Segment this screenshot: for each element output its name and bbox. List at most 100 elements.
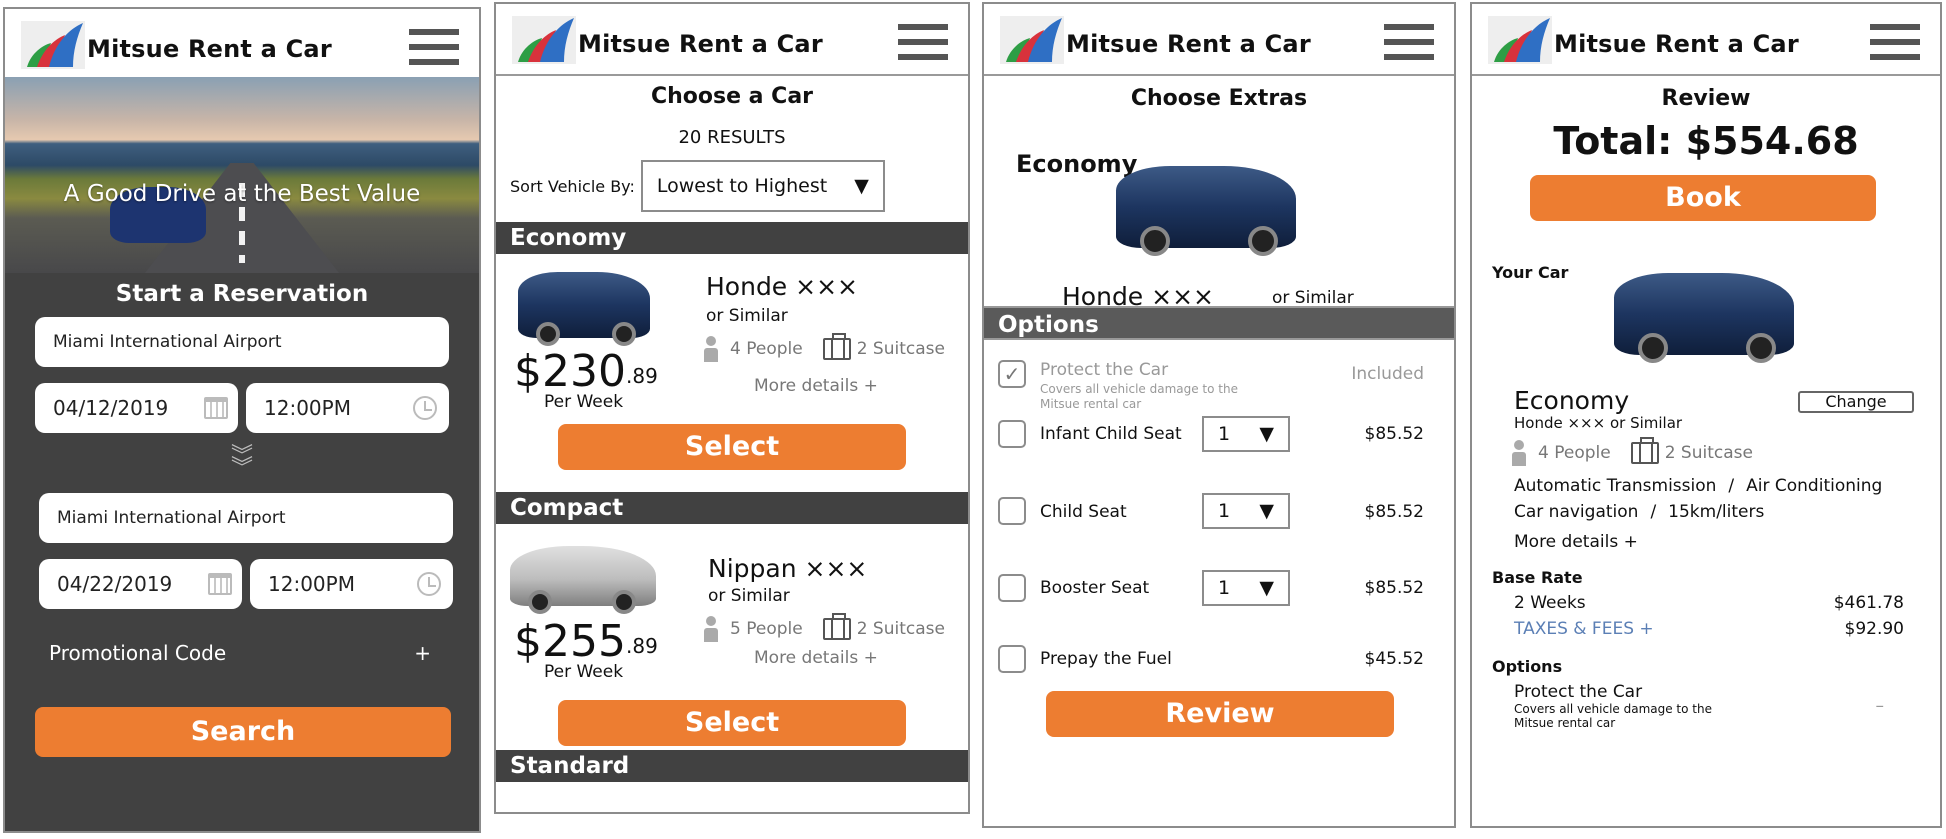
car-category: Economy [1514,386,1630,415]
pickup-time-value: 12:00PM [264,396,351,420]
return-location-input[interactable]: Miami International Airport [39,493,453,543]
hamburger-menu-icon[interactable] [409,29,459,69]
calendar-icon[interactable] [208,573,232,595]
screen-start-reservation: Mitsue Rent a Car A Good Drive at the Be… [3,7,481,833]
car-card-compact: $255.89 Per Week Nippan ××× or Similar 5… [496,524,968,762]
duration: 2 Weeks [1514,593,1586,613]
pickup-location-input[interactable]: Miami International Airport [35,317,449,367]
hero-tagline: A Good Drive at the Best Value [63,181,421,207]
price-period: Per Week [544,662,624,682]
option-price: Included [1351,364,1424,384]
suitcase-count: 2 Suitcase [856,619,945,639]
option-protect-car: ✓ Protect the Car Covers all vehicle dam… [984,340,1454,411]
car-specs: 4 People 2 Suitcase [1512,437,1940,466]
option-info: Protect the Car Covers all vehicle damag… [1514,682,1712,730]
option-name: Prepay the Fuel [1040,649,1172,669]
option-name: Protect the Car [1514,682,1643,702]
car-image [518,272,650,346]
or-similar: or Similar [1272,288,1354,308]
results-count: 20 RESULTS [678,127,786,148]
people-count: 5 People [730,619,803,639]
wing-logo-icon[interactable] [1000,16,1064,64]
promo-code-label: Promotional Code [49,641,227,665]
more-details-link[interactable]: More details + [754,376,878,396]
select-button[interactable]: Select [558,700,906,746]
option-prepay-fuel: Prepay the Fuel $45.52 [984,631,1454,691]
checkbox-checked[interactable]: ✓ [998,360,1026,388]
suitcase-count: 2 Suitcase [856,339,945,359]
checkbox[interactable] [998,574,1026,602]
screen-choose-car: Mitsue Rent a Car Choose a Car 20 RESULT… [494,2,970,814]
car-category: Economy [1016,150,1138,178]
hero-banner: A Good Drive at the Best Value [5,77,479,273]
hamburger-menu-icon[interactable] [1384,24,1434,64]
return-time-value: 12:00PM [268,572,355,596]
or-similar: or Similar [706,306,788,326]
car-image [1116,166,1296,256]
pickup-date-input[interactable]: 04/12/2019 [35,383,238,433]
chevrons-down-icon: ︾ ︾ [230,444,253,481]
sort-select[interactable]: Lowest to Highest ▼ [640,160,885,212]
price-period: Per Week [544,392,624,412]
person-icon [704,336,718,362]
more-details-link[interactable]: More details + [1514,532,1940,552]
dropdown-triangle-icon: ▼ [854,175,869,197]
dropdown-triangle-icon: ▼ [1259,423,1274,445]
hamburger-menu-icon[interactable] [1870,24,1920,64]
promo-code-toggle[interactable]: Promotional Code + [49,641,431,665]
brand-name: Mitsue Rent a Car [1554,30,1799,58]
taxes-fees-link[interactable]: TAXES & FEES + [1514,619,1654,639]
quantity-select[interactable]: 1 ▼ [1202,493,1290,529]
option-price: $45.52 [1364,649,1424,669]
checkbox[interactable] [998,497,1026,525]
option-row: Protect the Car Covers all vehicle damag… [1514,682,1904,730]
change-button[interactable]: Change [1798,391,1914,413]
sort-value: Lowest to Highest [656,175,828,197]
person-icon [1512,440,1526,466]
option-child-seat: Child Seat 1 ▼ $85.52 [984,477,1454,554]
clock-icon[interactable] [417,572,441,596]
suitcase-icon [822,333,851,360]
pickup-date-value: 04/12/2019 [53,396,169,420]
car-model: Honde ××× [706,272,858,301]
clock-icon[interactable] [413,396,437,420]
option-price: – [1875,696,1885,716]
category-header-compact: Compact [496,492,968,524]
your-car-section: Your Car [1472,263,1940,388]
taxes-row: TAXES & FEES + $92.90 [1514,619,1904,639]
pickup-time-input[interactable]: 12:00PM [246,383,449,433]
search-button[interactable]: Search [35,707,451,757]
calendar-icon[interactable] [204,397,228,419]
plus-icon[interactable]: + [414,641,431,665]
price: $230.89 [514,346,658,397]
option-price: $85.52 [1364,424,1424,444]
option-price: $85.52 [1364,502,1424,522]
select-button[interactable]: Select [558,424,906,470]
options-header: Options [984,306,1454,340]
base-rate-row: 2 Weeks $461.78 [1514,593,1904,613]
page-title: Choose Extras [1130,86,1308,111]
more-details-link[interactable]: More details + [754,648,878,668]
wing-logo-icon[interactable] [21,21,85,69]
reservation-heading: Start a Reservation [115,281,369,307]
app-header: Mitsue Rent a Car [5,9,479,77]
return-time-input[interactable]: 12:00PM [250,559,453,609]
suitcase-icon [822,613,851,640]
quantity-select[interactable]: 1 ▼ [1202,416,1290,452]
checkbox[interactable] [998,420,1026,448]
category-header-economy: Economy [496,222,968,254]
reservation-form: Start a Reservation Miami International … [5,273,479,831]
sort-row: Sort Vehicle By: Lowest to Highest ▼ [510,160,968,212]
taxes-price: $92.90 [1844,619,1904,639]
wing-logo-icon[interactable] [512,16,576,64]
selected-car-summary: Choose Extras Economy Honde ××× or Simil… [984,76,1454,311]
hamburger-menu-icon[interactable] [898,24,948,64]
return-date-input[interactable]: 04/22/2019 [39,559,242,609]
car-specs: 5 People 2 Suitcase [704,613,945,642]
quantity-select[interactable]: 1 ▼ [1202,570,1290,606]
review-button[interactable]: Review [1046,691,1394,737]
book-button[interactable]: Book [1530,175,1876,221]
person-icon [704,616,718,642]
checkbox[interactable] [998,645,1026,673]
wing-logo-icon[interactable] [1488,16,1552,64]
